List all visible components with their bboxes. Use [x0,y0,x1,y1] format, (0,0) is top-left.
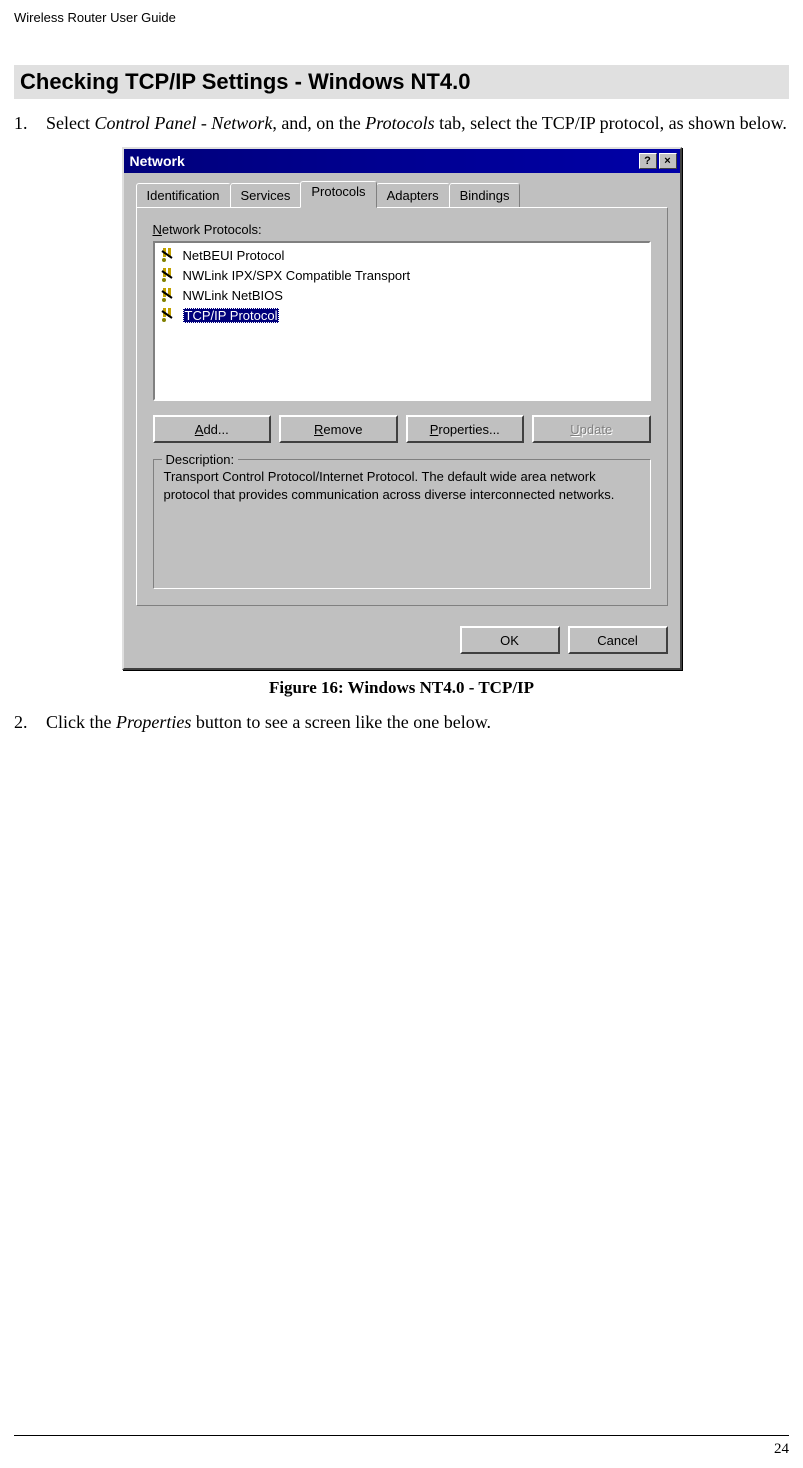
step-1-italic-2: Protocols [365,113,434,133]
step-1-post: tab, select the TCP/IP protocol, as show… [435,113,787,133]
page-number: 24 [774,1441,789,1458]
step-2-pre: Click the [46,712,116,732]
np-rest: etwork Protocols: [162,222,262,237]
close-icon: × [664,155,670,167]
update-button: Update [532,415,651,443]
help-button[interactable]: ? [639,153,657,169]
step-2-number: 2. [14,710,46,734]
footer-divider [14,1435,789,1436]
protocol-icon [161,307,177,323]
list-item-label: NetBEUI Protocol [183,248,285,263]
tab-body: Network Protocols: NetBEUI Protocol NWLi… [136,207,668,606]
document-header: Wireless Router User Guide [0,0,803,25]
description-groupbox: Description: Transport Control Protocol/… [153,459,651,589]
tab-identification[interactable]: Identification [136,183,231,208]
protocol-buttons-row: Add... Remove Properties... Update [153,415,651,443]
tab-adapters[interactable]: Adapters [376,183,450,208]
network-dialog: Network ? × Identification Services Prot… [122,147,682,670]
remove-rest: emove [323,422,362,437]
list-item-netbeui[interactable]: NetBEUI Protocol [157,245,647,265]
network-protocols-label: Network Protocols: [153,222,651,237]
step-1-mid: , and, on the [272,113,365,133]
section-heading: Checking TCP/IP Settings - Windows NT4.0 [14,65,789,99]
dialog-title: Network [130,153,637,169]
step-2-italic: Properties [116,712,191,732]
list-item-label: TCP/IP Protocol [183,308,280,323]
update-rest: pdate [580,422,613,437]
step-1-pre: Select [46,113,94,133]
description-text: Transport Control Protocol/Internet Prot… [164,468,640,578]
step-1-number: 1. [14,111,46,135]
list-item-label: NWLink IPX/SPX Compatible Transport [183,268,411,283]
tabs-row: Identification Services Protocols Adapte… [124,173,680,208]
dialog-titlebar[interactable]: Network ? × [124,149,680,173]
tab-protocols[interactable]: Protocols [300,181,376,208]
ok-button[interactable]: OK [460,626,560,654]
step-2-post: button to see a screen like the one belo… [191,712,491,732]
protocol-icon [161,287,177,303]
protocols-listbox[interactable]: NetBEUI Protocol NWLink IPX/SPX Compatib… [153,241,651,401]
properties-button[interactable]: Properties... [406,415,525,443]
step-1-italic-1: Control Panel - Network [94,113,272,133]
step-2: 2. Click the Properties button to see a … [14,710,789,734]
cancel-button[interactable]: Cancel [568,626,668,654]
props-rest: roperties... [438,422,499,437]
list-item-label: NWLink NetBIOS [183,288,283,303]
tab-services[interactable]: Services [230,183,302,208]
protocol-icon [161,267,177,283]
list-item-nwlink-netbios[interactable]: NWLink NetBIOS [157,285,647,305]
add-button[interactable]: Add... [153,415,272,443]
add-rest: dd... [203,422,228,437]
protocol-icon [161,247,177,263]
dialog-bottom-buttons: OK Cancel [124,618,680,668]
update-underline: U [570,422,579,437]
help-icon: ? [644,155,651,167]
description-label: Description: [162,452,239,467]
remove-underline: R [314,422,323,437]
tab-bindings[interactable]: Bindings [449,183,521,208]
remove-button[interactable]: Remove [279,415,398,443]
figure-caption: Figure 16: Windows NT4.0 - TCP/IP [0,678,803,698]
step-2-text: Click the Properties button to see a scr… [46,710,789,734]
list-item-tcpip[interactable]: TCP/IP Protocol [157,305,647,325]
close-button[interactable]: × [659,153,677,169]
step-1-text: Select Control Panel - Network, and, on … [46,111,789,135]
step-1: 1. Select Control Panel - Network, and, … [14,111,789,135]
list-item-nwlink-ipx[interactable]: NWLink IPX/SPX Compatible Transport [157,265,647,285]
np-underline: N [153,222,162,237]
